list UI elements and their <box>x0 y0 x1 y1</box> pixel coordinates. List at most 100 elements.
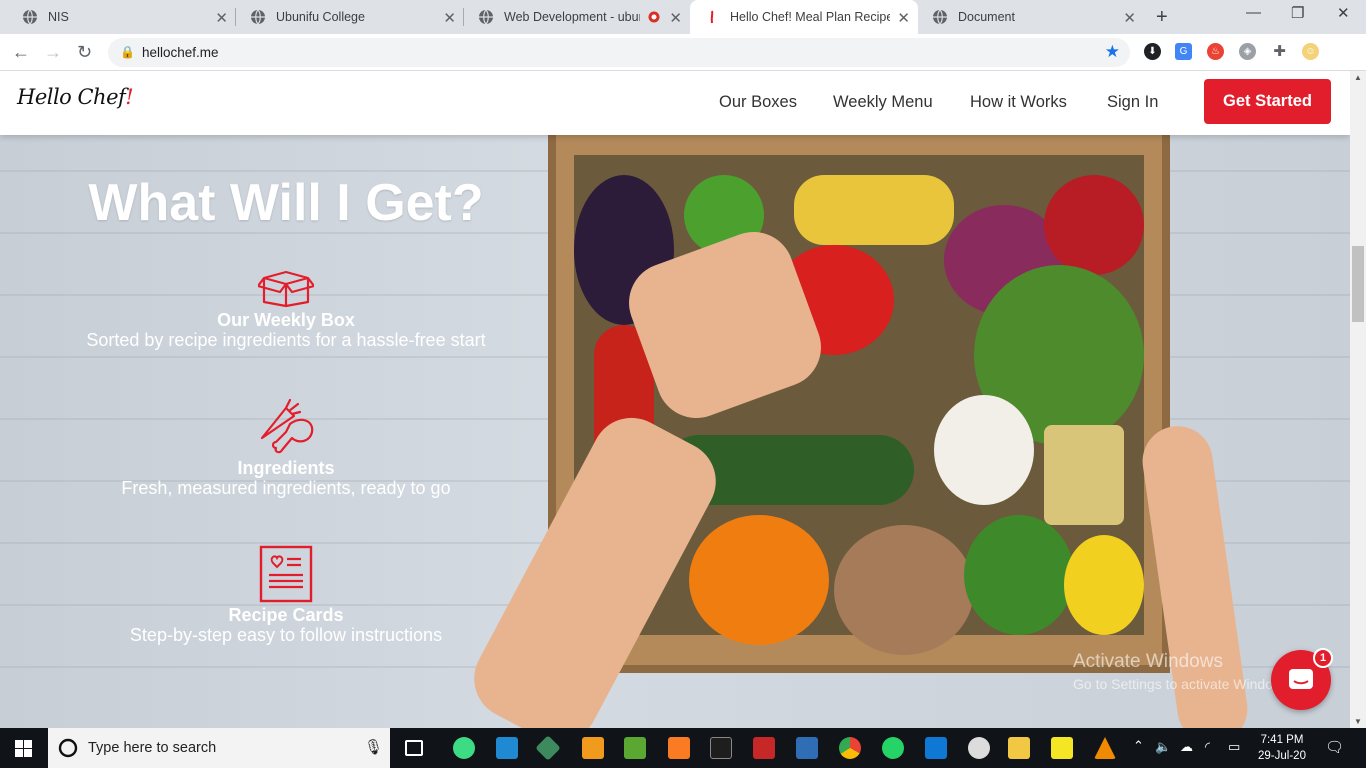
sticky-notes-icon[interactable] <box>1051 737 1073 759</box>
page-scrollbar[interactable]: ▲ ▼ <box>1350 71 1366 728</box>
mushrooms <box>934 395 1034 505</box>
vlc-icon[interactable] <box>1094 737 1116 759</box>
tab-web-development[interactable]: Web Development - ubun ✕ <box>464 0 690 34</box>
terminal-icon[interactable] <box>710 737 732 759</box>
compass-extension-icon[interactable]: ◈ <box>1239 43 1256 60</box>
reload-icon[interactable]: ↻ <box>77 42 92 63</box>
sublime-text-icon[interactable] <box>582 737 604 759</box>
feature-name: Our Weekly Box <box>217 310 355 330</box>
notepad-plus-plus-icon[interactable] <box>624 737 646 759</box>
globe-icon <box>251 9 265 25</box>
back-icon[interactable]: ← <box>12 42 30 63</box>
search-placeholder: Type here to search <box>88 740 217 756</box>
new-tab-icon[interactable]: + <box>1156 6 1168 29</box>
close-tab-icon[interactable]: ✕ <box>897 9 910 27</box>
close-tab-icon[interactable]: ✕ <box>215 9 228 27</box>
broccoli-small <box>964 515 1074 635</box>
pomegranate <box>1044 175 1144 275</box>
scroll-up-icon[interactable]: ▲ <box>1354 73 1362 82</box>
hello-chef-favicon-icon <box>710 10 714 24</box>
feature-ingredients: Ingredients Fresh, measured ingredients,… <box>0 398 572 497</box>
tab-title: Hello Chef! Meal Plan Recipes | <box>730 10 890 24</box>
lemon <box>1064 535 1144 635</box>
close-tab-icon[interactable]: ✕ <box>669 9 682 27</box>
puzzle-extensions-icon[interactable]: ✚ <box>1271 43 1288 60</box>
battery-icon[interactable]: ▭ <box>1228 739 1240 755</box>
feature-recipe-cards: Recipe Cards Step-by-step easy to follow… <box>0 545 572 644</box>
whatsapp-icon[interactable] <box>882 737 904 759</box>
get-started-button[interactable]: Get Started <box>1204 79 1331 124</box>
paint-icon[interactable] <box>968 737 990 759</box>
bookmark-star-icon[interactable]: ★ <box>1105 42 1120 62</box>
carrot-chicken-icon <box>260 398 314 454</box>
git-icon[interactable] <box>535 735 561 761</box>
clock-time: 7:41 PM <box>1260 734 1304 746</box>
task-view-icon[interactable] <box>405 740 423 756</box>
profile-avatar[interactable]: ☺ <box>1302 43 1319 60</box>
remote-desktop-icon[interactable] <box>796 737 818 759</box>
globe-icon <box>479 9 493 25</box>
feature-desc: Step-by-step easy to follow instructions <box>129 625 443 645</box>
wifi-icon[interactable]: ◜ <box>1205 739 1210 755</box>
download-extension-icon[interactable]: ⬇ <box>1144 43 1161 60</box>
tab-hello-chef[interactable]: Hello Chef! Meal Plan Recipes | ✕ <box>690 0 918 34</box>
feature-name: Recipe Cards <box>228 605 344 625</box>
file-explorer-icon[interactable] <box>1008 737 1030 759</box>
cortana-circle-icon <box>58 738 78 758</box>
tab-document[interactable]: Document ✕ <box>918 0 1144 34</box>
box-icon <box>258 270 314 308</box>
orange-pepper <box>689 515 829 645</box>
tab-title: Ubunifu College <box>276 10 365 24</box>
nav-weekly-menu[interactable]: Weekly Menu <box>833 93 933 112</box>
chat-notification-badge: 1 <box>1313 648 1333 668</box>
site-header: Hello Chef! Our Boxes Weekly Menu How it… <box>0 71 1350 135</box>
taskbar-clock[interactable]: 7:41 PM 29-Jul-20 <box>1248 732 1316 764</box>
tomatoes <box>794 175 954 245</box>
nav-our-boxes[interactable]: Our Boxes <box>719 93 797 112</box>
page-viewport: Hello Chef! Our Boxes Weekly Menu How it… <box>0 71 1350 728</box>
translate-extension-icon[interactable]: G <box>1175 43 1192 60</box>
feature-name: Ingredients <box>237 458 335 478</box>
tab-ubunifu[interactable]: Ubunifu College ✕ <box>236 0 464 34</box>
feature-desc: Sorted by recipe ingredients for a hassl… <box>86 330 486 350</box>
feature-desc: Fresh, measured ingredients, ready to go <box>121 478 451 498</box>
tab-nis[interactable]: NIS ✕ <box>8 0 236 34</box>
globe-icon <box>23 9 37 25</box>
cheese <box>1044 425 1124 525</box>
browser-tab-bar: NIS ✕ Ubunifu College ✕ Web Development … <box>0 0 1366 34</box>
taskbar-search-box[interactable]: Type here to search 🎙 <box>48 728 390 768</box>
microphone-icon[interactable]: 🎙 <box>364 738 383 756</box>
close-window-icon[interactable]: ✕ <box>1337 4 1350 22</box>
scroll-thumb[interactable] <box>1352 246 1364 322</box>
tab-title: Document <box>958 10 1015 24</box>
xampp-icon[interactable] <box>668 737 690 759</box>
close-tab-icon[interactable]: ✕ <box>443 9 456 27</box>
filezilla-icon[interactable] <box>753 737 775 759</box>
restore-icon[interactable]: ❐ <box>1291 4 1304 22</box>
tab-title: Web Development - ubun <box>504 10 640 24</box>
site-logo[interactable]: Hello Chef! <box>17 85 134 109</box>
mail-icon[interactable] <box>925 737 947 759</box>
windows-start-icon[interactable] <box>15 740 32 757</box>
url-text[interactable]: hellochef.me <box>142 45 219 60</box>
notification-center-icon[interactable]: 🗨 <box>1325 738 1344 756</box>
volume-icon[interactable]: 🔈 <box>1155 739 1171 755</box>
tray-chevron-up-icon[interactable]: ⌃ <box>1133 738 1144 754</box>
nav-sign-in[interactable]: Sign In <box>1107 93 1158 112</box>
close-tab-icon[interactable]: ✕ <box>1123 9 1136 27</box>
address-bar[interactable]: 🔒 hellochef.me ★ <box>108 38 1130 67</box>
hero-title: What Will I Get? <box>88 174 484 232</box>
clock-date: 29-Jul-20 <box>1258 750 1306 762</box>
android-studio-icon[interactable] <box>453 737 475 759</box>
scroll-down-icon[interactable]: ▼ <box>1354 717 1362 726</box>
portobello-mushroom <box>834 525 974 655</box>
vscode-icon[interactable] <box>496 737 518 759</box>
forward-icon[interactable]: → <box>44 42 62 63</box>
chrome-icon[interactable] <box>839 737 861 759</box>
nav-how-it-works[interactable]: How it Works <box>970 93 1067 112</box>
fire-extension-icon[interactable]: ♨ <box>1207 43 1224 60</box>
tab-title: NIS <box>48 10 69 24</box>
onedrive-icon[interactable]: ☁ <box>1180 739 1193 755</box>
minimize-icon[interactable]: — <box>1246 4 1261 21</box>
recipe-card-icon <box>259 545 313 603</box>
